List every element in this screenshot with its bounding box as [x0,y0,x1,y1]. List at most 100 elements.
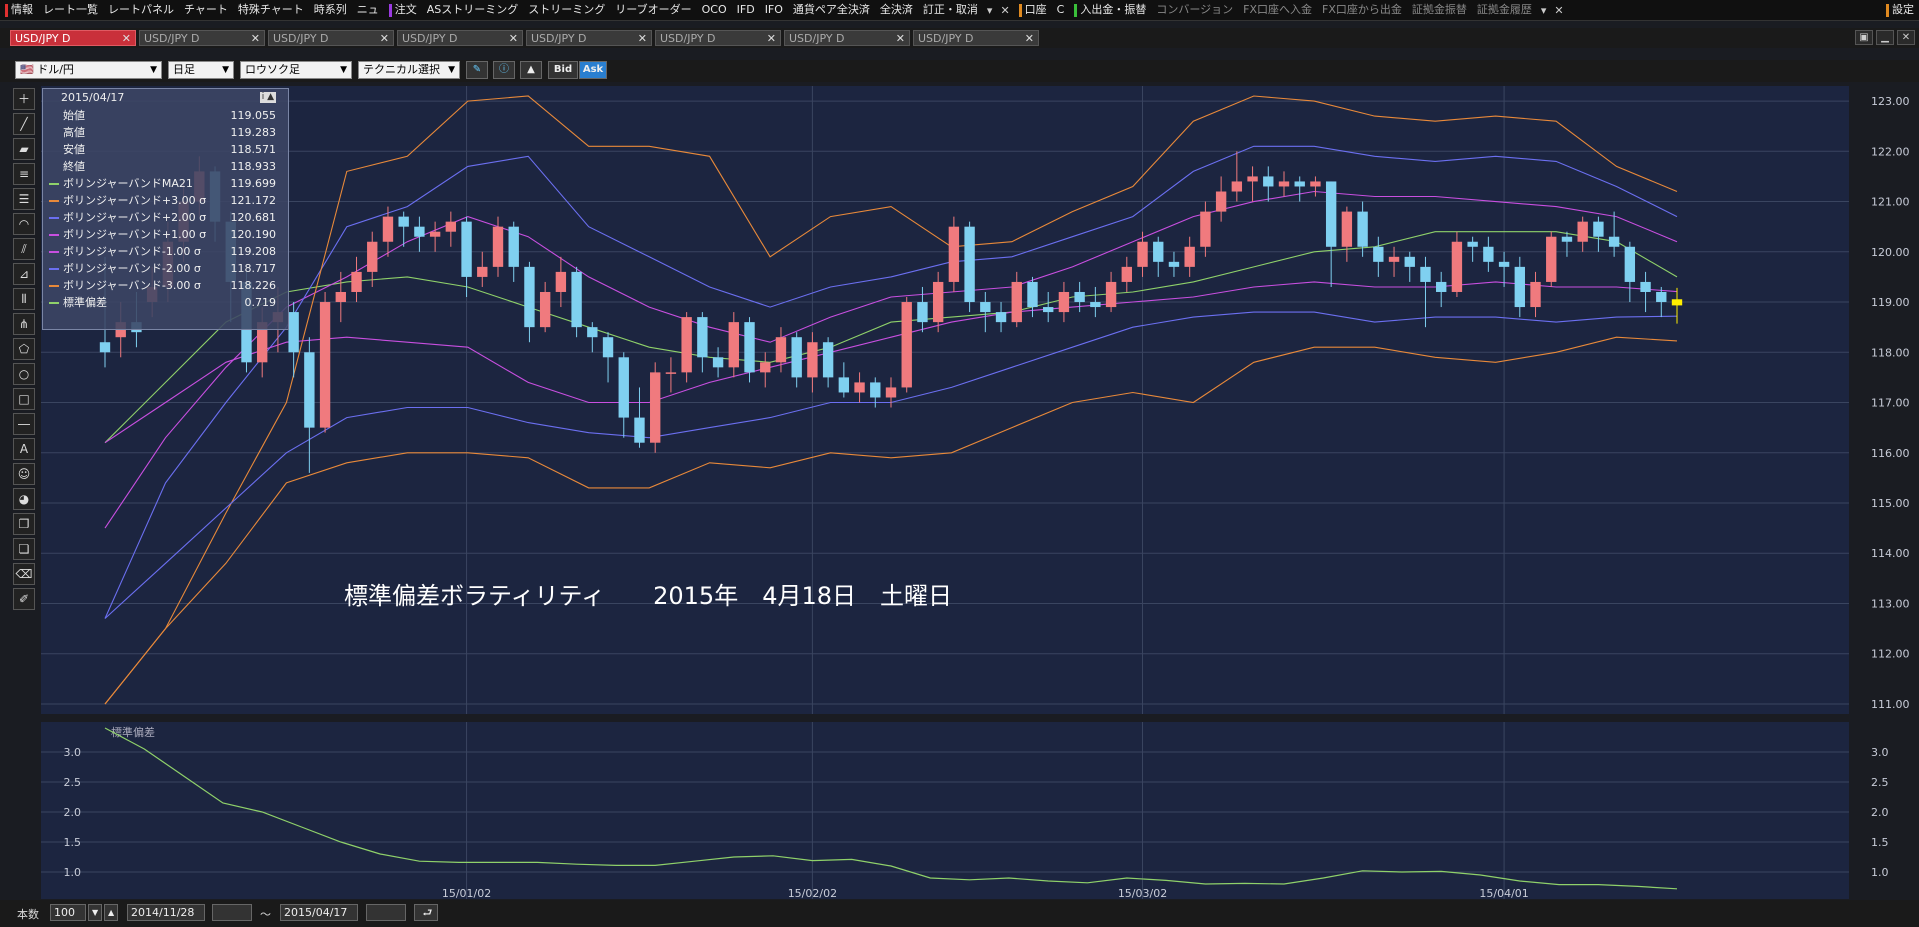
to-date-field[interactable]: 2015/04/17 [280,904,358,921]
fan-icon[interactable]: ⫽ [13,238,35,260]
pitchfork-icon[interactable]: ⋔ [13,313,35,335]
menu-fx-withdraw[interactable]: FX口座から出金 [1317,0,1407,20]
refresh-icon[interactable]: ⮐ [414,904,438,921]
y-tick-label: 118.00 [1871,346,1910,359]
from-time-field[interactable] [212,904,252,921]
menu-streaming[interactable]: ストリーミング [523,0,610,20]
close-icon[interactable]: ✕ [380,31,389,47]
maximize-icon[interactable]: ▣ [1855,30,1873,45]
menu-settle-all[interactable]: 全決済 [875,0,918,20]
menu-conversion[interactable]: コンバージョン [1151,0,1238,20]
close-icon[interactable]: ✕ [509,31,518,47]
circle-icon[interactable]: ○ [13,363,35,385]
from-date-field[interactable]: 2014/11/28 [127,904,205,921]
to-time-field[interactable] [366,904,406,921]
menu-account[interactable]: 口座 [1014,0,1052,20]
tab-usdjpy-8[interactable]: USD/JPY D ✕ [913,30,1039,46]
mountain-chart-icon[interactable]: ▲ [520,61,542,79]
pentagon-icon[interactable]: ⬠ [13,338,35,360]
info-icon[interactable]: ⓘ [493,61,515,79]
menu-timeseries[interactable]: 時系列 [309,0,352,20]
gann-fan-icon[interactable]: ⊿ [13,263,35,285]
legend-swatch [49,251,59,253]
menu-pair-settle[interactable]: 通貨ペア全決済 [788,0,875,20]
menu-order[interactable]: 注文 [384,0,422,20]
candle-body [351,271,362,292]
color-icon[interactable]: ◕ [13,488,35,510]
edit-icon[interactable]: ✐ [13,588,35,610]
stamp-icon[interactable]: ☺ [13,463,35,485]
crosshair-icon[interactable]: ＋ [13,88,35,110]
candle-body [1373,246,1384,262]
tab-usdjpy-2[interactable]: USD/JPY D ✕ [139,30,265,46]
legend-swatch [49,285,59,287]
candle-body [822,342,834,378]
rectangle-icon[interactable]: □ [13,388,35,410]
menu-margin-transfer[interactable]: 証拠金振替 [1407,0,1472,20]
minimize-icon[interactable]: ▁ [1876,30,1894,45]
paste-icon[interactable]: ❏ [13,538,35,560]
menu-deposit-transfer[interactable]: 入出金・振替 [1069,0,1151,20]
candle-body [602,337,614,358]
close-icon[interactable]: ✕ [1025,31,1034,47]
candle-body [1137,241,1148,267]
ruler-icon[interactable]: ▰ [13,138,35,160]
collapse-icon[interactable]: i ▲ [259,92,276,103]
pen-icon[interactable]: ✎ [466,61,488,79]
count-up-icon[interactable]: ▲ [104,904,118,921]
tab-usdjpy-1[interactable]: USD/JPY D ✕ [10,30,136,46]
close-icon[interactable]: ✕ [996,4,1013,17]
menu-ifd[interactable]: IFD [732,0,760,20]
menu-margin-history[interactable]: 証拠金履歴 [1472,0,1537,20]
dropdown-icon[interactable]: ▾ [1537,4,1551,17]
line-segment-icon[interactable]: ― [13,413,35,435]
menu-chart[interactable]: チャート [179,0,233,20]
menu-info[interactable]: 情報 [0,0,38,20]
tab-usdjpy-6[interactable]: USD/JPY D ✕ [655,30,781,46]
menu-news[interactable]: ニュ [352,0,384,20]
candle-body [870,382,881,398]
ask-button[interactable]: Ask [579,61,607,79]
price-chart[interactable]: 111.00 112.00 113.00 114.00 115.00 116.00 117.… [39,86,1919,899]
menu-rate-list[interactable]: レート一覧 [38,0,103,20]
close-icon[interactable]: ✕ [251,31,260,47]
close-icon[interactable]: ✕ [1550,4,1567,17]
close-icon[interactable]: ✕ [122,31,131,47]
horizontal-line-icon[interactable]: ≡ [13,163,35,185]
menu-modify-cancel[interactable]: 訂正・取消 [918,0,983,20]
tab-usdjpy-3[interactable]: USD/JPY D ✕ [268,30,394,46]
menu-fx-deposit[interactable]: FX口座へ入金 [1238,0,1317,20]
menu-settings[interactable]: 設定 [1881,0,1919,20]
eraser-icon[interactable]: ⌫ [13,563,35,585]
tab-usdjpy-7[interactable]: USD/JPY D ✕ [784,30,910,46]
close-icon[interactable]: ✕ [767,31,776,47]
dropdown-icon[interactable]: ▾ [983,4,997,17]
info-row: ボリンジャーバンド-3.00 σ 118.226 [43,277,288,294]
bid-button[interactable]: Bid [548,61,578,79]
menu-leave-order[interactable]: リーブオーダー [610,0,696,20]
menu-as-streaming[interactable]: ASストリーミング [422,0,524,20]
count-down-icon[interactable]: ▼ [88,904,102,921]
menu-account-c[interactable]: C [1052,0,1070,20]
tab-usdjpy-5[interactable]: USD/JPY D ✕ [526,30,652,46]
technical-select[interactable]: テクニカル選択 ▼ [358,61,460,79]
fibonacci-arc-icon[interactable]: ◠ [13,213,35,235]
vertical-lines-icon[interactable]: ⦀ [13,288,35,310]
menu-special-chart[interactable]: 特殊チャート [233,0,309,20]
currency-pair-select[interactable]: 🇺🇸 ドル/円 ▼ [15,61,162,79]
bar-count-input[interactable]: 100 [50,904,86,921]
period-select[interactable]: 日足 ▼ [168,61,234,79]
close-icon[interactable]: ✕ [896,31,905,47]
candle-body [1467,241,1478,247]
multi-line-icon[interactable]: ☰ [13,188,35,210]
chart-type-select[interactable]: ロウソク足 ▼ [240,61,352,79]
close-icon[interactable]: ✕ [638,31,647,47]
trendline-icon[interactable]: ╱ [13,113,35,135]
menu-oco[interactable]: OCO [697,0,732,20]
menu-rate-panel[interactable]: レートパネル [103,0,179,20]
close-icon[interactable]: ✕ [1897,30,1915,45]
tab-usdjpy-4[interactable]: USD/JPY D ✕ [397,30,523,46]
copy-icon[interactable]: ❐ [13,513,35,535]
text-icon[interactable]: A [13,438,35,460]
menu-ifo[interactable]: IFO [760,0,788,20]
